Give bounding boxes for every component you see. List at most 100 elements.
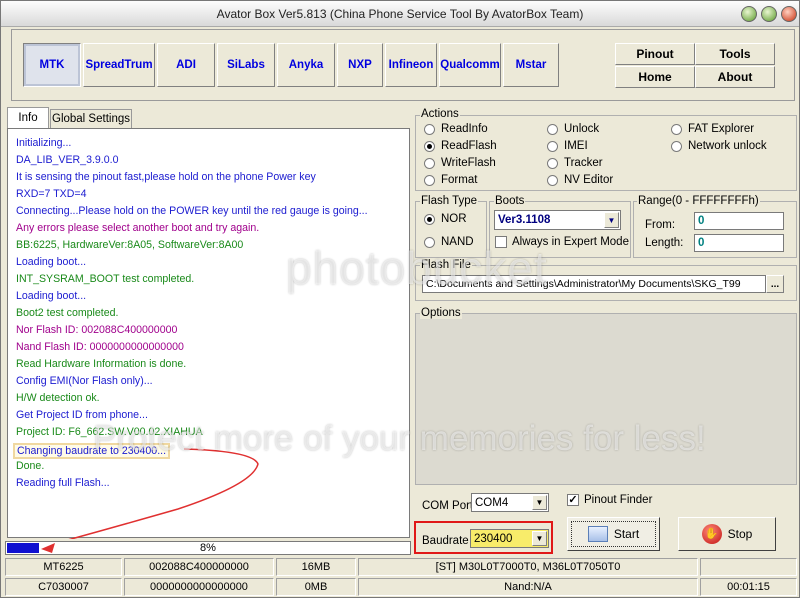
radio-unlock[interactable]: Unlock (547, 123, 599, 135)
com-port-value: COM4 (475, 496, 509, 509)
title-bar: Avator Box Ver5.813 (China Phone Service… (1, 1, 799, 27)
baudrate-select[interactable]: 230400 ▼ (470, 529, 549, 548)
tab-infineon[interactable]: Infineon (385, 43, 437, 87)
radio-nand[interactable]: NAND (424, 236, 474, 248)
tab-silabs[interactable]: SiLabs (217, 43, 275, 87)
checkbox-label: Pinout Finder (584, 494, 653, 506)
radio-label: ReadInfo (441, 123, 488, 135)
flash-type-label: Flash Type (420, 195, 479, 207)
status-flash-model: [ST] M30L0T7000T0, M36L0T7050T0 (358, 558, 698, 576)
pinout-button[interactable]: Pinout (615, 43, 695, 65)
radio-fat-explorer[interactable]: FAT Explorer (671, 123, 754, 135)
tab-info[interactable]: Info (7, 107, 49, 128)
radio-nv-editor[interactable]: NV Editor (547, 174, 613, 186)
length-label: Length: (645, 237, 684, 249)
status-empty (700, 558, 797, 576)
status-nand-id: 0000000000000000 (124, 578, 274, 596)
about-button[interactable]: About (695, 66, 775, 88)
app-window: Avator Box Ver5.813 (China Phone Service… (0, 0, 800, 598)
com-port-select[interactable]: COM4 ▼ (471, 493, 549, 512)
status-chip-id: C7030007 (5, 578, 122, 596)
radio-label: NV Editor (564, 174, 614, 186)
baudrate-label: Baudrate (422, 535, 469, 547)
status-flash-id: 002088C400000000 (124, 558, 274, 576)
from-input[interactable]: 0 (694, 212, 784, 230)
radio-label: ReadFlash (441, 140, 497, 152)
radio-tracker[interactable]: Tracker (547, 157, 603, 169)
chevron-down-icon: ▼ (532, 531, 547, 546)
chevron-down-icon: ▼ (532, 495, 547, 510)
flash-type-group (415, 201, 487, 258)
radio-readinfo[interactable]: ReadInfo (424, 123, 488, 135)
radio-format[interactable]: Format (424, 174, 477, 186)
tab-global-settings[interactable]: Global Settings (50, 109, 132, 128)
baudrate-value: 230400 (474, 532, 513, 545)
length-input[interactable]: 0 (694, 234, 784, 252)
radio-label: FAT Explorer (688, 123, 755, 135)
radio-writeflash[interactable]: WriteFlash (424, 157, 496, 169)
tab-adi[interactable]: ADI (157, 43, 215, 87)
status-nand: Nand:N/A (358, 578, 698, 596)
radio-label: Network unlock (688, 140, 767, 152)
radio-circle (424, 140, 435, 152)
radio-readflash[interactable]: ReadFlash (424, 140, 497, 152)
tab-mstar[interactable]: Mstar (503, 43, 559, 87)
radio-circle (671, 123, 682, 135)
radio-label: Tracker (564, 157, 603, 169)
radio-label: NOR (441, 213, 467, 225)
tab-qualcomm[interactable]: Qualcomm (439, 43, 501, 87)
tab-nxp[interactable]: NXP (337, 43, 383, 87)
tab-mtk[interactable]: MTK (23, 43, 81, 87)
window-title: Avator Box Ver5.813 (China Phone Service… (216, 7, 584, 21)
checkbox-label: Always in Expert Mode (512, 236, 629, 248)
tab-anyka[interactable]: Anyka (277, 43, 335, 87)
radio-circle (424, 123, 435, 135)
radio-circle (547, 174, 558, 186)
annotation-arrow-head (41, 543, 55, 553)
actions-label: Actions (420, 108, 460, 120)
annotation-arrow (68, 448, 259, 539)
checkbox-box (495, 236, 507, 248)
radio-imei[interactable]: IMEI (547, 140, 588, 152)
boots-select[interactable]: Ver3.1108 ▼ (494, 210, 621, 230)
tab-spreadtrum[interactable]: SpreadTrum (83, 43, 155, 87)
options-group (415, 313, 797, 485)
radio-circle (547, 123, 558, 135)
minimize-button[interactable] (741, 6, 757, 22)
flash-file-path[interactable]: C:\Documents and Settings\Administrator\… (422, 275, 766, 293)
from-label: From: (645, 219, 676, 231)
expert-mode-checkbox[interactable]: Always in Expert Mode (495, 236, 629, 248)
flash-file-label: Flash File (420, 259, 472, 271)
start-icon (587, 526, 608, 542)
tools-button[interactable]: Tools (695, 43, 775, 65)
status-chip: MT6225 (5, 558, 122, 576)
status-nand-size: 0MB (276, 578, 356, 596)
log-output: Initializing... DA_LIB_VER_3.9.0.0 It is… (7, 128, 410, 539)
radio-circle (424, 157, 435, 169)
checkbox-box: ✓ (567, 494, 579, 506)
options-label: Options (420, 307, 462, 319)
radio-nor[interactable]: NOR (424, 213, 467, 225)
range-label: Range(0 - FFFFFFFFh) (637, 195, 760, 207)
close-button[interactable] (781, 6, 797, 22)
home-button[interactable]: Home (615, 66, 695, 88)
radio-network-unlock[interactable]: Network unlock (671, 140, 767, 152)
manufacturer-panel: MTK SpreadTrum ADI SiLabs Anyka NXP Infi… (11, 29, 795, 101)
stop-label: Stop (727, 527, 753, 541)
radio-label: WriteFlash (441, 157, 496, 169)
start-label: Start (613, 527, 640, 541)
radio-label: Format (441, 174, 478, 186)
radio-circle (671, 140, 682, 152)
radio-circle (547, 157, 558, 169)
radio-label: Unlock (564, 123, 600, 135)
boots-value: Ver3.1108 (498, 214, 551, 226)
stop-button[interactable]: ✋ Stop (678, 517, 776, 551)
radio-circle (547, 140, 558, 152)
chevron-down-icon: ▼ (604, 212, 619, 228)
com-port-label: COM Port (422, 500, 474, 512)
maximize-button[interactable] (761, 6, 777, 22)
pinout-finder-checkbox[interactable]: ✓ Pinout Finder (567, 494, 652, 506)
start-button[interactable]: Start (567, 517, 660, 551)
browse-button[interactable]: ... (766, 275, 784, 293)
status-timer: 00:01:15 (700, 578, 797, 596)
